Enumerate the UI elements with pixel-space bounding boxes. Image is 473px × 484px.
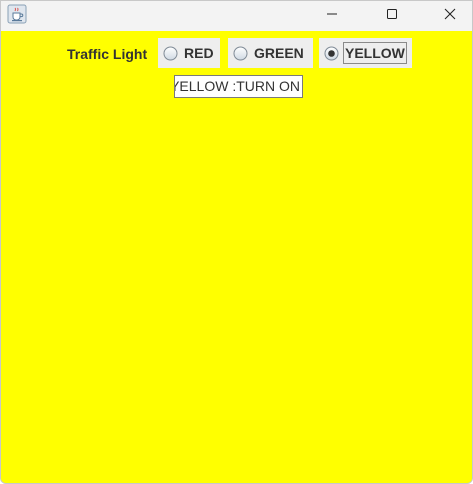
radio-red[interactable]: RED [158, 38, 220, 68]
maximize-icon [387, 9, 397, 19]
title-bar[interactable] [1, 1, 472, 31]
radio-yellow-label: YELLOW [343, 42, 407, 64]
radio-unchecked-icon [233, 46, 248, 60]
status-text-field[interactable]: YELLOW :TURN ON [174, 75, 303, 98]
content-panel: Traffic Light RED GREEN YELLOW YELLOW:T… [1, 31, 472, 483]
radio-checked-icon [324, 46, 339, 60]
app-window: Traffic Light RED GREEN YELLOW YELLOW:T… [0, 0, 473, 484]
radio-yellow[interactable]: YELLOW [319, 38, 412, 68]
radio-green[interactable]: GREEN [228, 38, 313, 68]
traffic-light-label: Traffic Light [67, 46, 148, 62]
maximize-button[interactable] [369, 1, 415, 27]
close-button[interactable] [427, 1, 472, 27]
close-icon [444, 8, 456, 20]
radio-unchecked-icon [163, 46, 178, 60]
status-text-value: YELLOW :TURN ON [174, 78, 300, 94]
minimize-button[interactable] [309, 1, 355, 27]
radio-green-label: GREEN [254, 45, 304, 61]
minimize-icon [327, 13, 337, 15]
java-cup-icon [7, 4, 27, 24]
radio-red-label: RED [184, 45, 214, 61]
